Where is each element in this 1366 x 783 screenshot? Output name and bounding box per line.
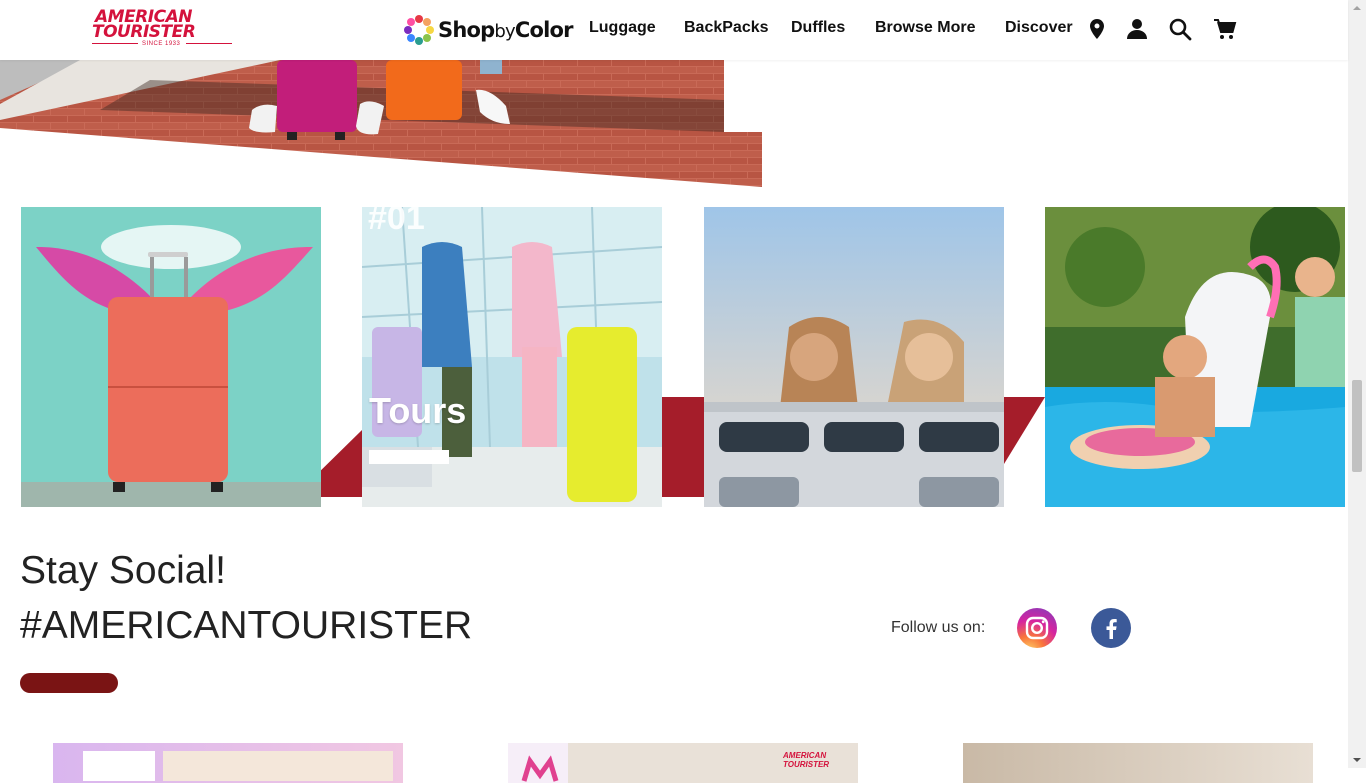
tile-cta-bar[interactable] [369,450,449,464]
nav-browse-more[interactable]: Browse More [875,19,975,37]
site-header: AMERICAN TOURISTER SINCE 1933 ShopbyColo… [0,0,1348,60]
social-post-card-1[interactable] [53,743,403,783]
promo-tile-pool[interactable] [1045,207,1345,507]
brand-badge [508,743,568,783]
social-post-card-3[interactable] [963,743,1313,783]
tile-label-tours: Tours [369,390,467,431]
location-pin-icon[interactable] [1085,17,1109,41]
logo-since: SINCE 1933 [142,41,181,47]
section-divider-bar [20,673,118,693]
page-scrollbar[interactable] [1348,0,1366,768]
post-logo-text: AMERICAN TOURISTER [783,751,830,769]
color-wheel-icon [404,15,434,45]
social-hashtag: #AMERICANTOURISTER [20,604,473,647]
nav-luggage[interactable]: Luggage [589,19,656,37]
hero-banner-image[interactable] [0,60,762,187]
tile-number: #01 [368,207,425,237]
follow-us-label: Follow us on: [891,619,986,636]
account-icon[interactable] [1125,17,1149,41]
nav-duffles[interactable]: Duffles [791,19,845,37]
american-tourister-logo[interactable]: AMERICAN TOURISTER SINCE 1933 [92,9,234,50]
social-post-card-2[interactable]: AMERICAN TOURISTER [508,743,858,783]
nav-discover[interactable]: Discover [1005,19,1073,37]
scroll-up-arrow[interactable] [1348,0,1366,17]
instagram-icon[interactable] [1017,608,1057,648]
promo-tile-tours[interactable]: #01 Tours [362,207,662,507]
promo-tile-roadtrip[interactable] [704,207,1004,507]
shop-by-color-link[interactable]: ShopbyColor [404,14,573,46]
logo-rule-right [186,43,232,44]
accent-shape-1 [321,430,362,497]
post-image [163,751,393,781]
facebook-icon[interactable] [1091,608,1131,648]
promo-tile-winged-suitcase[interactable] [21,207,321,507]
shop-by-color-text: ShopbyColor [438,18,573,42]
cart-icon[interactable] [1213,17,1237,41]
search-icon[interactable] [1168,17,1192,41]
nav-backpacks[interactable]: BackPacks [684,19,769,37]
accent-shape-3 [1004,397,1045,464]
logo-rule-left [92,43,138,44]
scroll-down-arrow[interactable] [1348,751,1366,768]
logo-text-line2: TOURISTER [92,22,196,42]
accent-shape-2 [662,397,704,497]
scrollbar-thumb[interactable] [1352,380,1362,472]
social-title: Stay Social! [20,549,226,592]
post-thumbnail [83,751,155,781]
